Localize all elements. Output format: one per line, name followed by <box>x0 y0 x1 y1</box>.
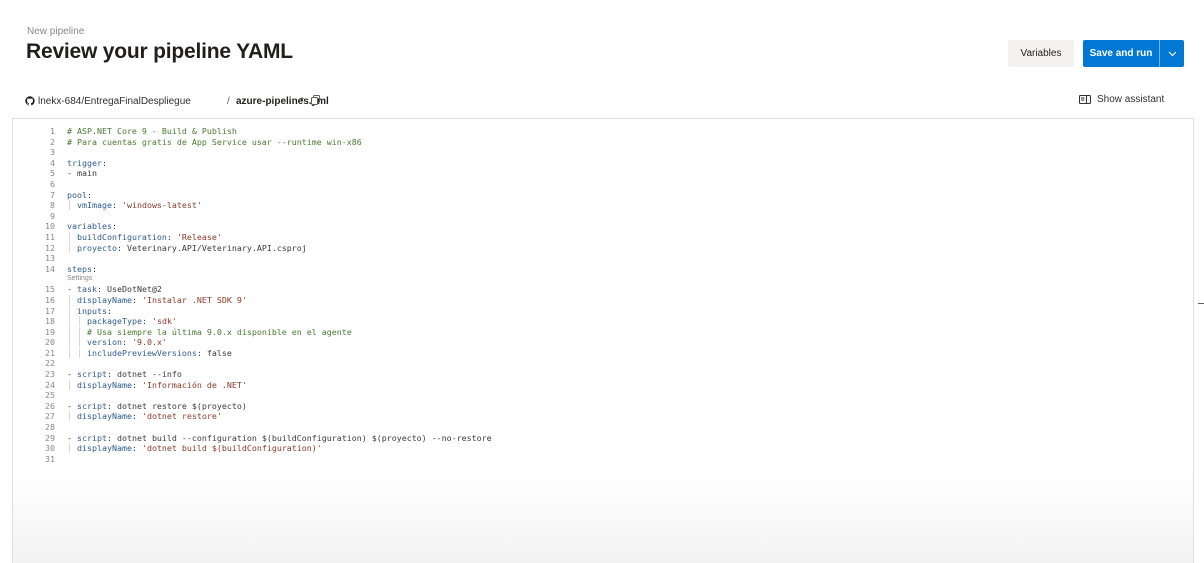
line-number: 30 <box>45 443 55 454</box>
repository-link[interactable]: lnekx-684/EntregaFinalDespliegue <box>38 96 191 107</box>
line-text[interactable]: │ displayName: 'Instalar .NET SDK 9' <box>67 295 247 306</box>
line-number: 21 <box>45 347 55 358</box>
line-number: 10 <box>45 221 55 232</box>
github-icon <box>25 96 35 109</box>
line-number: 23 <box>45 369 55 380</box>
yaml-editor[interactable]: 1 # ASP.NET Core 9 - Build & Publish 2 # Pa… <box>12 118 1194 563</box>
line-text[interactable]: - main <box>67 168 97 179</box>
line-text[interactable]: - script: dotnet build --configuration $… <box>67 433 492 444</box>
line-text[interactable]: trigger: <box>67 158 107 169</box>
line-text[interactable]: │ vmImage: 'windows-latest' <box>67 200 202 211</box>
repo-path-bar: lnekx-684/EntregaFinalDespliegue / azure… <box>0 90 1204 114</box>
settings-link[interactable]: Settings <box>67 274 92 284</box>
line-number: 25 <box>45 390 55 401</box>
line-number: 4 <box>50 157 55 168</box>
editor-fade <box>13 474 1193 563</box>
line-text[interactable]: variables: <box>67 221 117 232</box>
chevron-down-icon <box>1168 51 1176 56</box>
save-and-run-button[interactable]: Save and run <box>1083 40 1184 67</box>
line-number: 20 <box>45 337 55 348</box>
line-number: 5 <box>50 168 55 179</box>
line-text[interactable]: │ │ # Usa siempre la última 9.0.x dispon… <box>67 327 352 338</box>
line-number: 29 <box>45 432 55 443</box>
line-number: 24 <box>45 379 55 390</box>
line-text[interactable]: steps: <box>67 264 97 275</box>
line-text[interactable]: # Para cuentas gratis de App Service usa… <box>67 137 362 148</box>
scrollbar-marker[interactable] <box>1198 303 1204 304</box>
line-number: 9 <box>50 210 55 221</box>
line-number: 8 <box>50 200 55 211</box>
modified-marker: * <box>300 96 304 107</box>
line-number: 26 <box>45 400 55 411</box>
line-number: 28 <box>45 422 55 433</box>
line-number: 16 <box>45 294 55 305</box>
save-and-run-label[interactable]: Save and run <box>1083 40 1159 67</box>
pipeline-review-page: New pipeline Review your pipeline YAML V… <box>0 0 1204 563</box>
line-text[interactable]: - task: UseDotNet@2 <box>67 284 162 295</box>
line-text[interactable]: │ buildConfiguration: 'Release' <box>67 232 222 243</box>
line-number: 6 <box>50 178 55 189</box>
line-number: 17 <box>45 305 55 316</box>
line-text[interactable]: │ inputs: <box>67 306 112 317</box>
line-number: 27 <box>45 411 55 422</box>
line-text[interactable]: - script: dotnet restore $(proyecto) <box>67 401 247 412</box>
line-number: 11 <box>45 231 55 242</box>
show-assistant-button[interactable]: Show assistant <box>1079 94 1164 105</box>
page-title: Review your pipeline YAML <box>26 40 293 63</box>
line-text[interactable]: │ proyecto: Veterinary.API/Veterinary.AP… <box>67 243 307 254</box>
line-text[interactable]: # ASP.NET Core 9 - Build & Publish <box>67 126 237 137</box>
line-text[interactable]: - script: dotnet --info <box>67 369 182 380</box>
line-number: 22 <box>45 358 55 369</box>
line-number: 12 <box>45 242 55 253</box>
line-number: 3 <box>50 147 55 158</box>
page-header: New pipeline Review your pipeline YAML V… <box>0 0 1204 80</box>
copy-icon[interactable] <box>311 95 320 108</box>
variables-button[interactable]: Variables <box>1008 40 1074 67</box>
line-number: 1 <box>50 126 55 136</box>
line-number: 2 <box>50 136 55 147</box>
line-text[interactable]: pool: <box>67 190 92 201</box>
line-number: 19 <box>45 326 55 337</box>
save-options-dropdown[interactable] <box>1159 40 1184 67</box>
line-text[interactable]: │ displayName: 'dotnet restore' <box>67 411 222 422</box>
line-number: 15 <box>45 284 55 295</box>
show-assistant-label: Show assistant <box>1097 94 1165 105</box>
line-text[interactable]: │ │ packageType: 'sdk' <box>67 316 177 327</box>
line-number: 18 <box>45 316 55 327</box>
line-text[interactable]: │ │ version: '9.0.x' <box>67 337 167 348</box>
line-number: 13 <box>45 253 55 264</box>
line-number: 7 <box>50 189 55 200</box>
path-separator: / <box>227 96 230 107</box>
line-text[interactable]: │ displayName: 'Información de .NET' <box>67 380 247 391</box>
line-text[interactable]: │ │ includePreviewVersions: false <box>67 348 232 359</box>
assistant-panel-icon <box>1079 95 1091 104</box>
breadcrumb[interactable]: New pipeline <box>27 26 84 37</box>
line-text[interactable]: │ displayName: 'dotnet build $(buildConf… <box>67 443 322 454</box>
line-number: 14 <box>45 263 55 274</box>
line-number: 31 <box>45 453 55 464</box>
